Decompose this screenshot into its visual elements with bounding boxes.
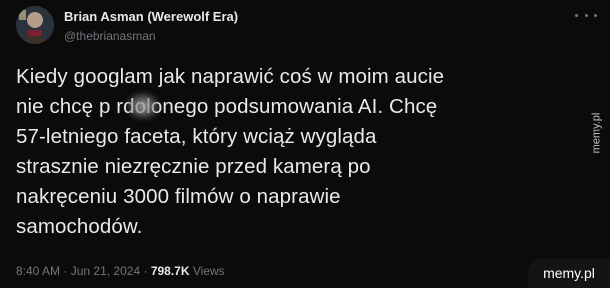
more-dot: [584, 13, 588, 17]
watermark-corner: memy.pl: [528, 258, 610, 288]
avatar-image: [16, 6, 54, 44]
tweet-time[interactable]: 8:40 AM: [16, 264, 60, 278]
author-avatar[interactable]: [16, 6, 54, 44]
meta-separator: ·: [143, 264, 148, 278]
tweet-text: Kiedy googlam jak naprawić coś w moim au…: [16, 65, 445, 238]
author-display-name[interactable]: Brian Asman (Werewolf Era): [64, 9, 238, 24]
meta-separator: ·: [63, 264, 68, 278]
censor-blur: [126, 92, 160, 120]
more-dot: [594, 13, 597, 17]
watermark-corner-text: memy.pl: [543, 265, 595, 281]
watermark-side-text: memy.pl: [590, 112, 602, 154]
views-count[interactable]: 798.7K: [151, 264, 190, 278]
views-label: Views: [192, 264, 225, 278]
tweet-date[interactable]: Jun 21, 2024: [71, 264, 140, 278]
author-handle[interactable]: @thebrianasman: [64, 29, 156, 43]
tweet-metadata: 8:40 AM · Jun 21, 2024 · 798.7K Views: [16, 264, 225, 278]
more-dot: [575, 13, 578, 17]
tweet-card: Brian Asman (Werewolf Era) @thebrianasma…: [0, 0, 610, 288]
more-options-icon[interactable]: [575, 8, 597, 22]
watermark-side: memy.pl: [588, 100, 604, 166]
